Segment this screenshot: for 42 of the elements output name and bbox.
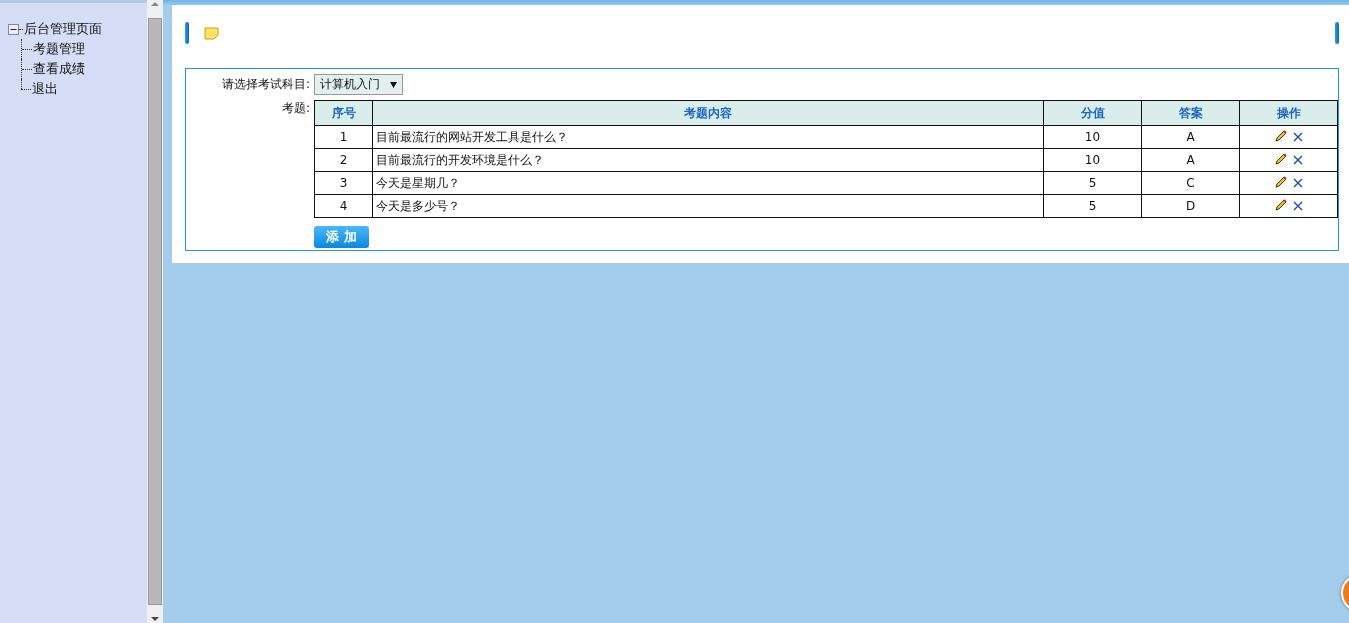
delete-icon[interactable] [1292, 131, 1303, 142]
column-header: 答案 [1141, 100, 1240, 126]
table-cell: C [1141, 171, 1240, 195]
header-accent-bar [1335, 22, 1339, 44]
delete-icon[interactable] [1292, 154, 1303, 165]
delete-icon[interactable] [1292, 200, 1303, 211]
caret-icon [390, 81, 397, 88]
table-cell: 目前最流行的网站开发工具是什么？ [372, 125, 1044, 149]
table-cell: 今天是星期几？ [372, 171, 1044, 195]
column-header: 操作 [1239, 100, 1338, 126]
table-cell: 1 [314, 125, 373, 149]
subject-label: 请选择考试科目: [220, 76, 311, 93]
edit-pencil-icon[interactable] [1274, 198, 1287, 211]
column-header: 序号 [314, 100, 373, 126]
table-cell: 5 [1043, 194, 1142, 218]
edit-pencil-icon[interactable] [1274, 152, 1287, 165]
table-cell: 10 [1043, 148, 1142, 172]
tree-item[interactable]: 退出 [32, 80, 58, 98]
column-header: 考题内容 [372, 100, 1044, 126]
subject-dropdown[interactable]: 计算机入门 [314, 74, 403, 95]
table-cell: 今天是多少号？ [372, 194, 1044, 218]
table-cell: 目前最流行的开发环境是什么？ [372, 148, 1044, 172]
tree-root-item[interactable]: 后台管理页面 [24, 20, 102, 38]
questions-label: 考题: [280, 100, 311, 117]
edit-pencil-icon[interactable] [1274, 129, 1287, 142]
column-header: 分值 [1043, 100, 1142, 126]
note-icon [204, 26, 219, 40]
tree-item[interactable]: 查看成绩 [33, 60, 85, 78]
vertical-scrollbar[interactable] [147, 0, 163, 623]
tree-item[interactable]: 考题管理 [33, 40, 85, 58]
edit-pencil-icon[interactable] [1274, 175, 1287, 188]
table-cell: 4 [314, 194, 373, 218]
table-cell: A [1141, 125, 1240, 149]
table-cell: A [1141, 148, 1240, 172]
table-cell: D [1141, 194, 1240, 218]
delete-icon[interactable] [1292, 177, 1303, 188]
header-accent-bar [185, 22, 189, 44]
table-cell: 5 [1043, 171, 1142, 195]
table-cell: 10 [1043, 125, 1142, 149]
table-cell: 3 [314, 171, 373, 195]
collapse-toggle-icon[interactable] [8, 23, 19, 35]
table-cell: 2 [314, 148, 373, 172]
